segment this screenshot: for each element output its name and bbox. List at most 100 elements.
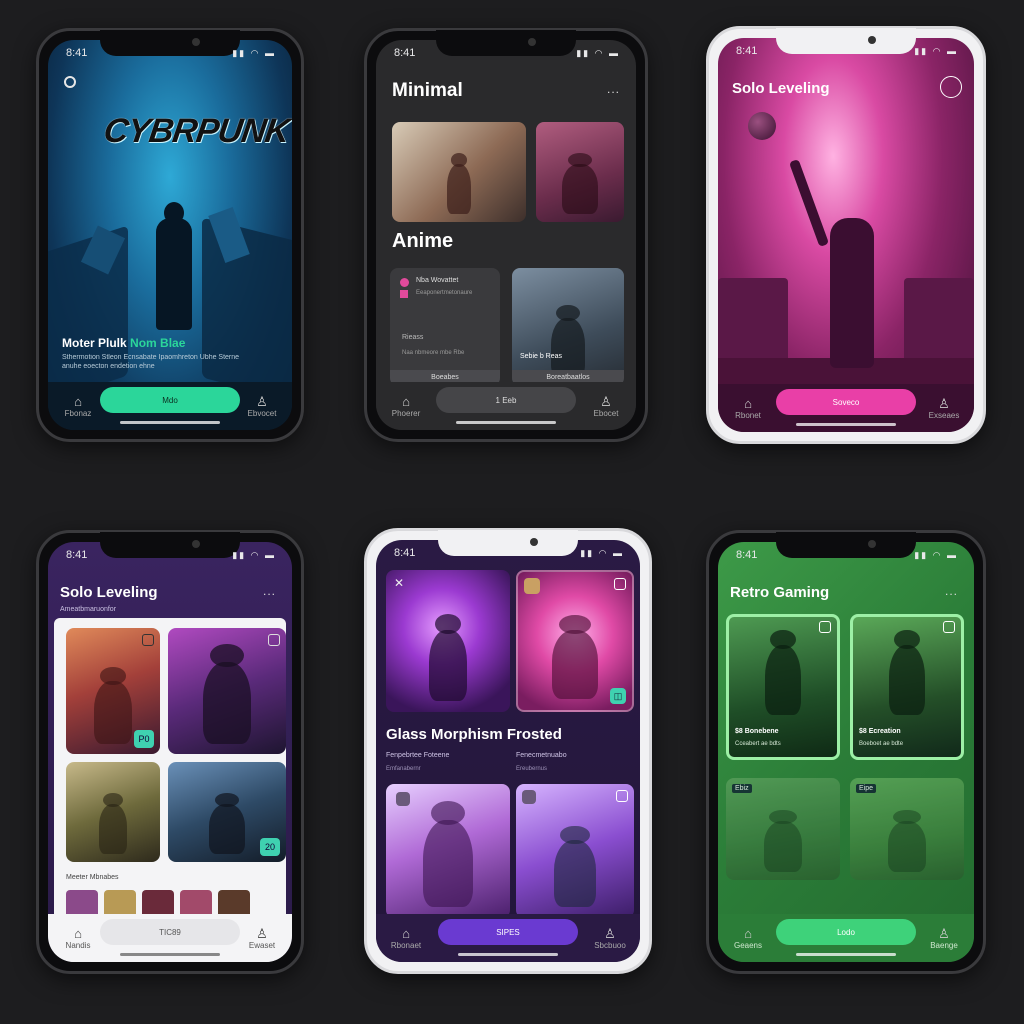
profile-icon[interactable] <box>940 76 962 98</box>
nav-left[interactable]: ⌂ Geaens <box>728 926 768 950</box>
card-sub: Eeaponertmetonaure <box>416 290 473 296</box>
primary-button[interactable]: Lodo <box>776 919 916 945</box>
nav-right[interactable]: ♙ Sbcbuoo <box>590 926 630 950</box>
nav-left[interactable]: ⌂ Nandis <box>58 925 98 950</box>
game-card-4[interactable]: Eipe <box>850 778 964 880</box>
status-icons: ▮▮ ◠ ▬ <box>580 547 624 558</box>
camera <box>192 540 200 548</box>
status-time: 8:41 <box>66 47 88 59</box>
bookmark-icon[interactable] <box>819 621 831 633</box>
bookmark-icon[interactable] <box>943 621 955 633</box>
nav-right[interactable]: ♙ Ebvocet <box>242 393 282 418</box>
more-icon[interactable]: ... <box>945 584 958 598</box>
primary-button[interactable]: Mdo <box>100 387 240 413</box>
avatar-icon[interactable] <box>396 792 410 806</box>
close-icon[interactable]: ✕ <box>394 576 404 590</box>
anime-art-2[interactable] <box>536 122 624 222</box>
page-title: Solo Leveling <box>732 80 830 97</box>
search-icon[interactable] <box>64 76 76 88</box>
badge-icon[interactable]: P0 <box>134 730 154 748</box>
home-indicator <box>456 421 556 424</box>
status-icons: ▮▮ ◠ ▬ <box>232 47 276 58</box>
camera <box>528 38 536 46</box>
avatar-icon[interactable] <box>522 790 536 804</box>
camera <box>530 538 538 546</box>
status-bar: 8:41 ▮▮ ◠ ▬ <box>66 46 276 60</box>
primary-button[interactable]: SIPES <box>438 919 578 945</box>
glass-art-3[interactable] <box>386 784 510 918</box>
pink-square-icon <box>400 290 408 298</box>
home-indicator <box>120 953 220 956</box>
status-bar: 8:41 ▮▮ ◠ ▬ <box>736 548 958 562</box>
status-time: 8:41 <box>736 45 758 57</box>
character-art-4[interactable]: 20 <box>168 762 286 862</box>
bell-icon: ⌂ <box>74 925 82 941</box>
anime-art-1[interactable] <box>392 122 526 222</box>
character-art-1[interactable]: P0 <box>66 628 160 754</box>
info-card[interactable]: Nba Wovattet Eeaponertmetonaure Rieass N… <box>390 268 500 386</box>
screen-solo-list: 8:41 ▮▮ ◠ ▬ Solo Leveling ... Ameatbmaru… <box>48 542 292 962</box>
badge-icon-2[interactable]: 20 <box>260 838 280 856</box>
phone-glass: 8:41 ▮▮ ◠ ▬ ✕ ◫ Glass Morphism Frosted F… <box>364 528 652 974</box>
card-note-sub: Naa nbmeore mbe Rbe <box>402 350 465 356</box>
glass-art-1[interactable]: ✕ <box>386 570 510 712</box>
glass-art-4[interactable] <box>516 784 634 918</box>
card1-sub: Cceabert ae bdts <box>735 741 781 747</box>
page-title: Retro Gaming <box>730 584 830 601</box>
page-title: Solo Leveling <box>60 584 158 601</box>
user-icon: ♙ <box>256 393 268 409</box>
nav-right[interactable]: ♙ Exseaes <box>924 396 964 420</box>
nav-right-label: Exseaes <box>928 410 960 420</box>
character-art-3[interactable] <box>66 762 160 862</box>
more-icon[interactable]: ... <box>263 584 276 598</box>
primary-button[interactable]: TIC89 <box>100 919 240 945</box>
content-panel: P0 20 Meeter Mbnabes <box>54 618 286 962</box>
camera <box>868 36 876 44</box>
bookmark-icon[interactable] <box>142 634 154 646</box>
action-icon[interactable]: ◫ <box>610 688 626 704</box>
game-card-1[interactable]: $8 Bonebene Cceabert ae bdts <box>726 614 840 760</box>
col1-line2: Emfanabernr <box>386 766 421 772</box>
page-subtitle: Ameatbmaruonfor <box>60 606 117 613</box>
glass-art-2[interactable]: ◫ <box>516 570 634 712</box>
col2-line1: Fenecmetnuabo <box>516 752 567 759</box>
primary-button[interactable]: Soveco <box>776 389 916 415</box>
bookmark-icon[interactable] <box>268 634 280 646</box>
nav-left[interactable]: ⌂ Phoerer <box>386 394 426 418</box>
nav-left-label: Phoerer <box>391 408 421 418</box>
bell-icon: ⌂ <box>74 393 82 409</box>
screen-minimal: 8:41 ▮▮ ◠ ▬ Minimal ... Anime Nba Wovatt… <box>376 40 636 430</box>
caption-highlight: Nom Blae <box>130 336 186 350</box>
app-logo: CYBRPUNK <box>101 112 292 150</box>
planet-icon <box>748 112 776 140</box>
status-time: 8:41 <box>394 547 416 559</box>
nav-left[interactable]: ⌂ Fbonaz <box>58 393 98 418</box>
nav-right[interactable]: ♙ Baenge <box>924 926 964 950</box>
status-time: 8:41 <box>736 549 758 561</box>
game-card-2[interactable]: $8 Ecreation Boeboet ae bdte <box>850 614 964 760</box>
more-icon[interactable]: ... <box>607 82 620 96</box>
card1-title: $8 Bonebene <box>735 728 779 735</box>
nav-left[interactable]: ⌂ Rbonet <box>728 396 768 420</box>
phone-solo-pink: 8:41 ▮▮ ◠ ▬ Solo Leveling ⌂ Rbonet Soveco… <box>706 26 986 444</box>
avatar-icon[interactable] <box>524 578 540 594</box>
caption-line-2: anuhe eoecton endetion ehne <box>62 363 155 370</box>
phone-retro: 8:41 ▮▮ ◠ ▬ Retro Gaming ... $8 Bonebene… <box>706 530 986 974</box>
character-card[interactable]: Sebie b Reas Boreatbaatlos <box>512 268 624 386</box>
screen-cyberpunk: 8:41 ▮▮ ◠ ▬ CYBRPUNK Moter Plulk Nom Bla… <box>48 40 292 430</box>
game-card-3[interactable]: Ebiz <box>726 778 840 880</box>
nav-right[interactable]: ♙ Ebocet <box>586 394 626 418</box>
nav-right[interactable]: ♙ Ewaset <box>242 926 282 950</box>
bookmark-icon[interactable] <box>616 790 628 802</box>
character-art-2[interactable] <box>168 628 286 754</box>
nav-right-label: Ewaset <box>248 940 276 950</box>
bell-icon: ⌂ <box>402 925 410 941</box>
nav-left[interactable]: ⌂ Rbonaet <box>386 925 426 950</box>
phone-cyberpunk: 8:41 ▮▮ ◠ ▬ CYBRPUNK Moter Plulk Nom Bla… <box>36 28 304 442</box>
status-icons: ▮▮ ◠ ▬ <box>576 47 620 58</box>
screen-solo-pink: 8:41 ▮▮ ◠ ▬ Solo Leveling ⌂ Rbonet Soveco… <box>718 38 974 432</box>
primary-button[interactable]: 1 Eeb <box>436 387 576 413</box>
bookmark-icon[interactable] <box>614 578 626 590</box>
phone-solo-list: 8:41 ▮▮ ◠ ▬ Solo Leveling ... Ameatbmaru… <box>36 530 304 974</box>
status-bar: 8:41 ▮▮ ◠ ▬ <box>736 44 958 58</box>
